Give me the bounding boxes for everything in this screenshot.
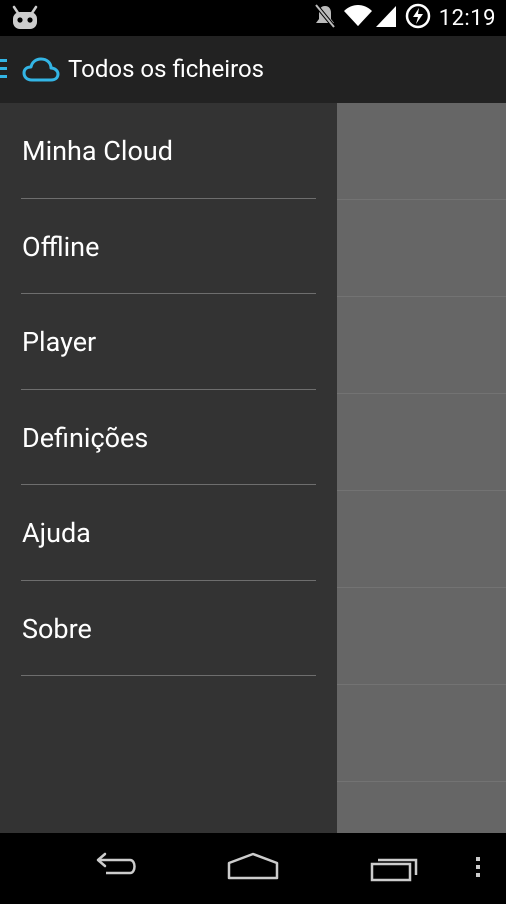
drawer-item-ajuda[interactable]: Ajuda — [0, 485, 337, 581]
drawer-item-sobre[interactable]: Sobre — [0, 581, 337, 677]
list-divider — [337, 296, 506, 297]
mute-icon — [313, 2, 337, 34]
system-nav-bar — [0, 833, 506, 900]
drawer-item-minha-cloud[interactable]: Minha Cloud — [0, 103, 337, 199]
page-title: Todos os ficheiros — [68, 55, 265, 83]
hamburger-icon[interactable] — [0, 57, 8, 81]
drawer-item-definicoes[interactable]: Definições — [0, 390, 337, 486]
list-divider — [337, 490, 506, 491]
back-icon[interactable] — [84, 833, 144, 900]
drawer-divider — [21, 675, 316, 676]
status-bar: 12:19 — [0, 0, 506, 36]
drawer-item-label: Sobre — [22, 613, 92, 645]
list-divider — [337, 781, 506, 782]
list-divider — [337, 393, 506, 394]
drawer-item-label: Definições — [22, 422, 149, 454]
navigation-drawer: Minha Cloud Offline Player Definições Aj… — [0, 103, 337, 833]
action-bar: Todos os ficheiros — [0, 36, 506, 103]
android-notification-icon — [10, 5, 40, 31]
overflow-menu-icon[interactable] — [468, 833, 488, 900]
home-icon[interactable] — [223, 833, 283, 900]
list-divider — [337, 199, 506, 200]
list-divider — [337, 587, 506, 588]
sync-icon — [405, 3, 431, 33]
drawer-item-offline[interactable]: Offline — [0, 199, 337, 295]
recents-icon[interactable] — [364, 833, 424, 900]
list-divider — [337, 684, 506, 685]
wifi-icon — [343, 4, 373, 32]
cell-signal-icon — [375, 4, 397, 32]
drawer-item-label: Player — [22, 326, 97, 358]
drawer-item-label: Ajuda — [22, 517, 91, 549]
drawer-item-player[interactable]: Player — [0, 294, 337, 390]
drawer-item-label: Offline — [22, 231, 100, 263]
drawer-item-label: Minha Cloud — [22, 135, 173, 167]
cloud-icon[interactable] — [22, 56, 60, 84]
status-clock: 12:19 — [438, 5, 496, 31]
